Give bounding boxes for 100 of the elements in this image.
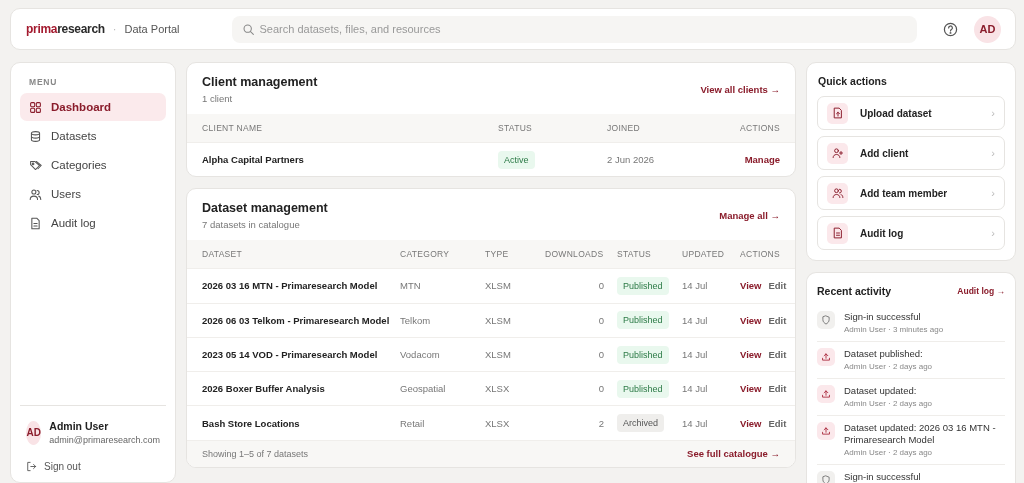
audit-log-link[interactable]: Audit log → <box>957 286 1005 296</box>
sign-out-button[interactable]: Sign out <box>26 461 81 472</box>
file-type: XLSX <box>485 383 511 395</box>
user-avatar[interactable]: AD <box>974 15 1001 43</box>
file-type: XLSM <box>485 349 512 361</box>
user-add-icon <box>831 147 844 159</box>
users-icon <box>831 187 844 199</box>
column-header: JOINED <box>607 123 641 133</box>
database-icon <box>29 129 42 143</box>
view-all-link[interactable]: Manage all → <box>719 210 780 222</box>
client-name: Alpha Capital Partners <box>202 154 305 166</box>
quick-action-button[interactable]: Add team member › <box>817 176 1005 210</box>
category-text: Vodacom <box>400 349 441 361</box>
view-link[interactable]: View <box>740 417 762 429</box>
activity-text: Dataset updated: <box>844 385 918 397</box>
updated-date: 14 Jul <box>682 349 709 361</box>
card-title: Quick actions <box>818 75 888 87</box>
edit-link[interactable]: Edit <box>768 383 787 395</box>
updated-date: 14 Jul <box>682 280 709 292</box>
activity-meta: Admin User · 2 days ago <box>844 448 934 458</box>
sidebar-item[interactable]: Datasets <box>20 122 166 150</box>
view-link[interactable]: View <box>740 349 762 361</box>
dataset-name: 2026 03 16 MTN - Primaresearch Model <box>202 280 379 292</box>
joined-date: 2 Jun 2026 <box>607 154 655 166</box>
quick-action-button[interactable]: Upload dataset › <box>817 96 1005 130</box>
logo: primaresearch <box>26 22 105 36</box>
column-header: CATEGORY <box>400 249 451 260</box>
column-header: ACTIONS <box>740 249 780 260</box>
activity-meta: Admin User · 2 days ago <box>844 399 933 409</box>
activity-text: Sign-in successful <box>844 311 922 323</box>
column-header: UPDATED <box>682 249 726 260</box>
card-title: Client management <box>202 75 318 89</box>
column-header: DATASET <box>202 249 244 260</box>
edit-link[interactable]: Edit <box>768 314 787 326</box>
sidebar-item[interactable]: Users <box>20 180 166 208</box>
help-button[interactable] <box>943 21 958 37</box>
card-subtitle: 7 datasets in catalogue <box>202 219 301 231</box>
download-count: 0 <box>597 280 604 292</box>
dataset-name: Bash Store Locations <box>202 417 301 429</box>
column-header: STATUS <box>498 123 534 133</box>
status-badge: Active <box>498 150 535 169</box>
catalogue-link[interactable]: See full catalogue → <box>687 448 780 460</box>
sidebar-item[interactable]: Audit log <box>20 209 166 237</box>
column-header: TYPE <box>485 249 510 260</box>
updated-date: 14 Jul <box>682 383 709 395</box>
edit-link[interactable]: Edit <box>768 349 787 361</box>
updated-date: 14 Jul <box>682 314 709 326</box>
category-text: Geospatial <box>400 383 447 395</box>
menu-heading: MENU <box>29 77 59 87</box>
activity-meta: Admin User · 3 minutes ago <box>844 325 944 335</box>
column-header: DOWNLOADS <box>545 249 604 260</box>
download-count: 0 <box>597 349 604 361</box>
user-avatar: AD <box>26 420 42 445</box>
file-type: XLSM <box>485 314 512 326</box>
pagination-text: Showing 1–5 of 7 datasets <box>202 448 309 459</box>
column-header: ACTIONS <box>740 123 780 133</box>
file-type: XLSX <box>485 417 511 429</box>
view-link[interactable]: View <box>740 280 762 292</box>
sidebar-item[interactable]: Categories <box>20 151 166 179</box>
view-link[interactable]: View <box>740 383 762 395</box>
status-badge: Archived <box>617 414 664 433</box>
download-count: 2 <box>597 417 604 429</box>
quick-action-button[interactable]: Add client › <box>817 136 1005 170</box>
user-email: admin@primaresearch.com <box>49 435 160 445</box>
tag-icon <box>29 158 42 172</box>
view-all-link[interactable]: View all clients → <box>700 84 780 95</box>
status-badge: Published <box>617 345 669 364</box>
activity-meta: Admin User · 2 days ago <box>844 362 933 372</box>
column-header: CLIENT NAME <box>202 123 264 133</box>
search-icon <box>241 22 255 36</box>
category-text: Retail <box>400 417 426 429</box>
status-badge: Published <box>617 276 669 295</box>
dataset-name: 2026 Boxer Buffer Analysis <box>202 383 326 395</box>
file-upload-icon <box>831 107 844 119</box>
sidebar-item[interactable]: Dashboard <box>20 93 166 121</box>
view-link[interactable]: View <box>740 314 762 326</box>
upload-icon <box>821 352 831 362</box>
document-icon <box>831 227 844 239</box>
users-icon <box>29 187 42 201</box>
updated-date: 14 Jul <box>682 417 709 429</box>
quick-action-button[interactable]: Audit log › <box>817 216 1005 250</box>
card-title: Recent activity <box>817 285 892 297</box>
upload-icon <box>821 426 831 436</box>
manage-link[interactable]: Manage <box>744 154 780 166</box>
category-text: Telkom <box>400 314 432 326</box>
status-badge: Published <box>617 379 669 398</box>
upload-icon <box>821 389 831 399</box>
separator-dot: · <box>112 23 117 35</box>
dashboard-icon <box>29 100 42 114</box>
edit-link[interactable]: Edit <box>768 417 787 429</box>
portal-name: Data Portal <box>124 23 180 35</box>
edit-link[interactable]: Edit <box>768 280 787 292</box>
dataset-name: 2026 06 03 Telkom - Primaresearch Model <box>202 314 391 326</box>
download-count: 0 <box>597 314 604 326</box>
search-field[interactable]: Search datasets, files, and resources <box>231 15 917 43</box>
dataset-name: 2023 05 14 VOD - Primaresearch Model <box>202 349 379 361</box>
activity-text: Dataset updated: 2026 03 16 MTN - Primaresearch Model <box>844 422 997 446</box>
activity-text: Dataset published: <box>844 348 924 360</box>
category-text: MTN <box>400 280 422 292</box>
shield-icon <box>821 315 831 325</box>
